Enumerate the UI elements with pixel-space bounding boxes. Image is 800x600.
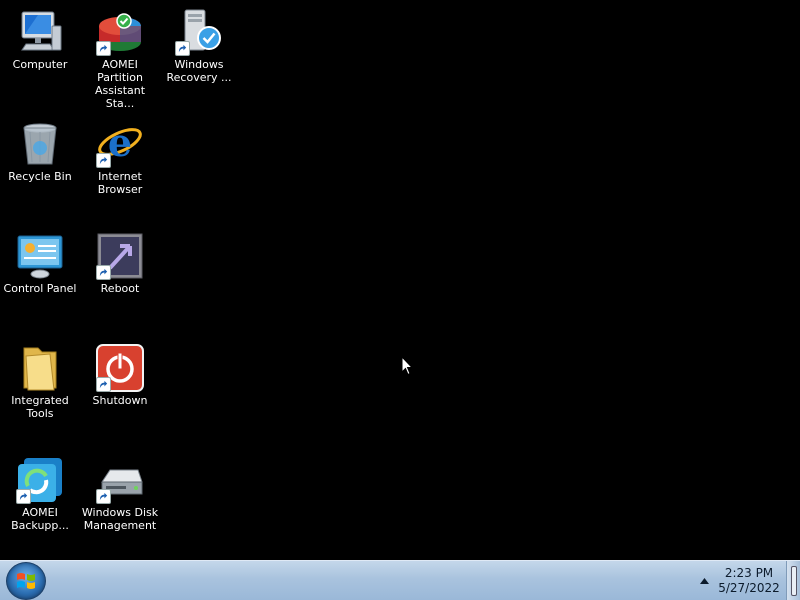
- reboot-icon: [96, 232, 144, 280]
- aomei-backupper-icon: [16, 456, 64, 504]
- icon-label: AOMEI Backupp...: [11, 506, 69, 532]
- clock-date: 5/27/2022: [718, 581, 780, 595]
- icon-label: Computer: [12, 58, 68, 71]
- windows-recovery-icon: [175, 8, 223, 56]
- shortcut-arrow-icon: [96, 489, 111, 504]
- desktop-icon-windows-disk-management[interactable]: Windows Disk Management: [80, 448, 160, 548]
- chevron-up-icon: [699, 578, 709, 584]
- desktop-icon-integrated-tools[interactable]: Integrated Tools: [0, 336, 80, 436]
- shortcut-arrow-icon: [175, 41, 190, 56]
- icon-label: Shutdown: [92, 394, 148, 407]
- icon-label: Integrated Tools: [11, 394, 69, 420]
- system-clock[interactable]: 2:23 PM 5/27/2022: [716, 566, 782, 596]
- recycle-bin-icon: [16, 120, 64, 168]
- desktop-icon-recycle-bin[interactable]: Recycle Bin: [0, 112, 80, 212]
- shutdown-icon: [96, 344, 144, 392]
- icon-label: Windows Disk Management: [81, 506, 159, 532]
- taskbar: 2:23 PM 5/27/2022: [0, 560, 800, 600]
- folder-icon: [16, 344, 64, 392]
- svg-text:e: e: [108, 120, 132, 165]
- icon-label: AOMEI Partition Assistant Sta...: [94, 58, 146, 110]
- icon-label: Reboot: [100, 282, 140, 295]
- aomei-partition-icon: [96, 8, 144, 56]
- computer-icon: [16, 8, 64, 56]
- desktop-icon-reboot[interactable]: Reboot: [80, 224, 160, 324]
- desktop-icon-internet-browser[interactable]: e Internet Browser: [80, 112, 160, 212]
- icon-label: Recycle Bin: [8, 170, 72, 183]
- windows-start-icon: [17, 573, 35, 589]
- start-button[interactable]: [6, 562, 46, 600]
- clock-time: 2:23 PM: [724, 566, 774, 580]
- shortcut-arrow-icon: [96, 377, 111, 392]
- desktop-icon-windows-recovery[interactable]: Windows Recovery ...: [159, 0, 239, 100]
- shortcut-arrow-icon: [16, 489, 31, 504]
- desktop-icon-aomei-partition-assistant[interactable]: AOMEI Partition Assistant Sta...: [80, 0, 160, 110]
- icon-label: Windows Recovery ...: [166, 58, 232, 84]
- show-hidden-icons-button[interactable]: [697, 575, 711, 587]
- icon-label: Control Panel: [3, 282, 77, 295]
- shortcut-arrow-icon: [96, 265, 111, 280]
- mouse-cursor-icon: [401, 356, 413, 376]
- desktop[interactable]: Computer AOMEI Partition Assistant Sta..…: [0, 0, 800, 560]
- icon-label: Internet Browser: [97, 170, 143, 196]
- internet-browser-icon: e: [96, 120, 144, 168]
- shortcut-arrow-icon: [96, 153, 111, 168]
- shortcut-arrow-icon: [96, 41, 111, 56]
- desktop-icon-aomei-backupper[interactable]: AOMEI Backupp...: [0, 448, 80, 548]
- desktop-icon-computer[interactable]: Computer: [0, 0, 80, 100]
- desktop-icon-shutdown[interactable]: Shutdown: [80, 336, 160, 436]
- desktop-icon-control-panel[interactable]: Control Panel: [0, 224, 80, 324]
- control-panel-icon: [16, 232, 64, 280]
- disk-management-icon: [96, 456, 144, 504]
- show-desktop-button[interactable]: [786, 561, 800, 600]
